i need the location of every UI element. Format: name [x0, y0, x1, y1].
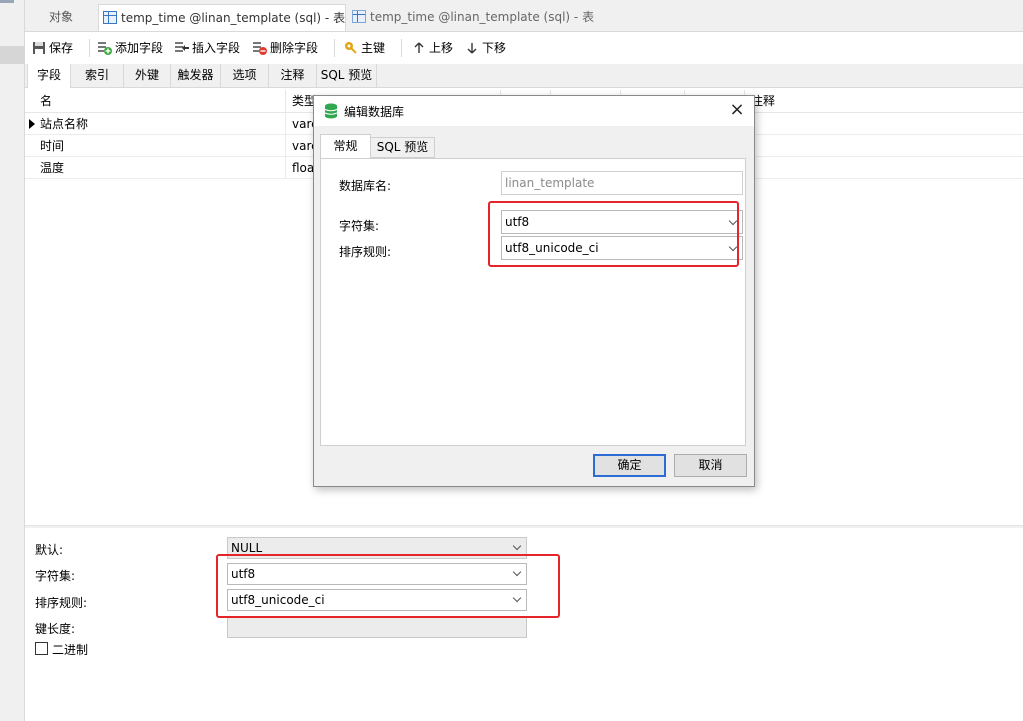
toolbar-separator	[89, 39, 90, 57]
subtab-foreign-keys[interactable]: 外键	[124, 64, 171, 88]
dialog-collation-select[interactable]: utf8_unicode_ci	[501, 236, 743, 260]
toolbar-separator	[334, 39, 335, 57]
dialog-charset-value: utf8	[505, 215, 530, 229]
add-field-icon	[98, 41, 112, 55]
default-value: NULL	[231, 541, 263, 555]
db-name-label: 数据库名:	[339, 179, 392, 193]
add-field-label: 添加字段	[115, 41, 164, 55]
document-tab-bar: 对象 temp_time @linan_template (sql) - 表 t…	[25, 0, 1023, 32]
sidebar-marker	[0, 0, 14, 3]
charset-value: utf8	[231, 567, 256, 581]
key-length-field	[227, 616, 527, 638]
default-select[interactable]: NULL	[227, 537, 527, 559]
move-up-button[interactable]: 上移	[412, 39, 453, 57]
cancel-button[interactable]: 取消	[674, 454, 747, 477]
chevron-down-icon	[512, 593, 522, 603]
primary-key-button[interactable]: 主键	[344, 39, 385, 57]
subtab-indexes[interactable]: 索引	[71, 64, 124, 88]
charset-label: 字符集:	[35, 569, 76, 583]
tab-sql-preview[interactable]: SQL 预览	[371, 137, 435, 158]
tab-general[interactable]: 常规	[320, 134, 371, 159]
collation-select[interactable]: utf8_unicode_ci	[227, 589, 527, 611]
insert-field-button[interactable]: 插入字段	[175, 39, 240, 57]
toolbar-separator	[401, 39, 402, 57]
insert-field-label: 插入字段	[192, 41, 241, 55]
subtab-fields[interactable]: 字段	[27, 64, 71, 88]
key-icon	[344, 41, 358, 55]
tab-label: temp_time @linan_template (sql) - 表	[121, 11, 346, 25]
dialog-titlebar[interactable]: 编辑数据库 ×	[314, 96, 754, 126]
db-name-value: linan_template	[505, 176, 595, 190]
dialog-general-panel: 数据库名: linan_template 字符集: utf8 排序规则: utf…	[320, 158, 746, 446]
default-label: 默认:	[35, 543, 64, 557]
charset-select[interactable]: utf8	[227, 563, 527, 585]
move-down-label: 下移	[482, 41, 507, 55]
binary-checkbox[interactable]	[35, 642, 48, 655]
table-icon	[103, 11, 117, 24]
column-header-comment[interactable]: 注释	[745, 90, 1023, 113]
column-header-name[interactable]: 名	[34, 90, 286, 113]
save-label: 保存	[49, 41, 74, 55]
left-sidebar-strip	[0, 0, 25, 721]
edit-database-dialog: 编辑数据库 × 常规 SQL 预览 数据库名: linan_template 字…	[313, 95, 755, 487]
subtab-options[interactable]: 选项	[221, 64, 269, 88]
tab-label: temp_time @linan_template (sql) - 表	[370, 10, 595, 24]
arrow-up-icon	[412, 41, 426, 55]
chevron-down-icon	[728, 242, 738, 252]
dialog-collation-label: 排序规则:	[339, 245, 392, 259]
subtab-comments[interactable]: 注释	[269, 64, 317, 88]
dialog-title: 编辑数据库	[344, 105, 405, 119]
dialog-collation-value: utf8_unicode_ci	[505, 241, 599, 255]
sidebar-selection[interactable]	[0, 46, 25, 64]
key-length-label: 键长度:	[35, 622, 76, 636]
chevron-down-icon	[728, 216, 738, 226]
designer-subtabs: 字段 索引 外键 触发器 选项 注释 SQL 预览	[25, 64, 1023, 88]
add-field-button[interactable]: 添加字段	[98, 39, 163, 57]
subtab-sql-preview[interactable]: SQL 预览	[317, 64, 377, 88]
collation-value: utf8_unicode_ci	[231, 593, 325, 607]
subtab-triggers[interactable]: 触发器	[171, 64, 221, 88]
dialog-charset-label: 字符集:	[339, 219, 380, 233]
delete-field-icon	[253, 41, 267, 55]
move-down-button[interactable]: 下移	[465, 39, 506, 57]
save-button[interactable]: 保存	[32, 39, 73, 57]
chevron-down-icon	[512, 541, 522, 551]
field-name-cell[interactable]: 站点名称	[34, 113, 286, 135]
table-icon	[352, 10, 366, 23]
chevron-down-icon	[512, 567, 522, 577]
close-icon[interactable]: ×	[728, 101, 746, 119]
field-name-cell[interactable]: 温度	[34, 157, 286, 179]
tab-objects[interactable]: 对象	[25, 4, 97, 31]
save-icon	[32, 41, 46, 55]
panel-splitter[interactable]	[25, 525, 1023, 528]
collation-label: 排序规则:	[35, 596, 88, 610]
dialog-charset-select[interactable]: utf8	[501, 210, 743, 234]
app-window: 对象 temp_time @linan_template (sql) - 表 t…	[0, 0, 1023, 721]
field-name-cell[interactable]: 时间	[34, 135, 286, 157]
ok-button[interactable]: 确定	[593, 454, 666, 477]
binary-label: 二进制	[52, 643, 89, 657]
move-up-label: 上移	[429, 41, 454, 55]
insert-field-icon	[175, 41, 189, 55]
delete-field-label: 删除字段	[270, 41, 319, 55]
delete-field-button[interactable]: 删除字段	[253, 39, 318, 57]
arrow-down-icon	[465, 41, 479, 55]
primary-key-label: 主键	[361, 41, 386, 55]
tab-temp-time[interactable]: temp_time @linan_template (sql) - 表	[348, 4, 624, 31]
database-icon	[324, 103, 338, 119]
db-name-field: linan_template	[501, 171, 743, 195]
tab-temp-time-active[interactable]: temp_time @linan_template (sql) - 表	[98, 4, 346, 31]
table-designer-toolbar: 保存 添加字段 插入字段 删除字段 主键 上移 下移	[25, 33, 1023, 63]
